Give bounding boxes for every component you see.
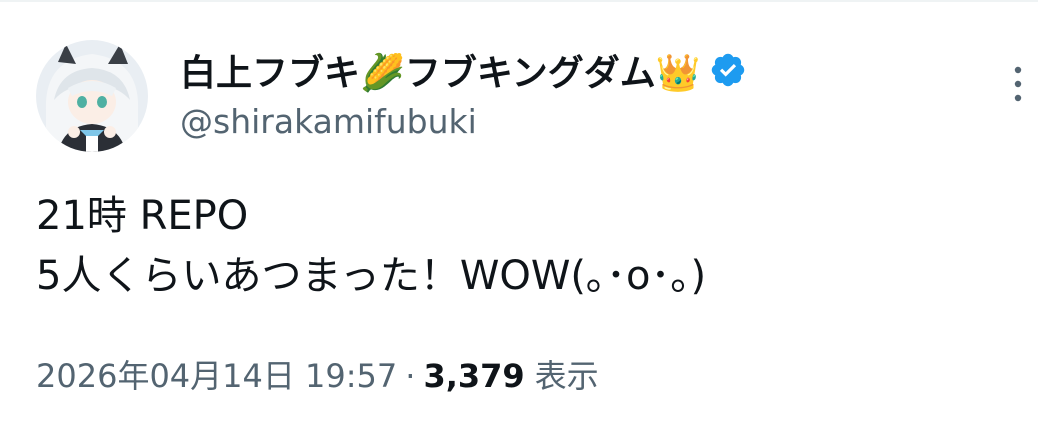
top-divider [0, 0, 1038, 2]
author-handle[interactable]: @shirakamifubuki [180, 102, 978, 141]
name-row: 白上フブキ🌽フブキングダム👑 [180, 44, 978, 96]
more-options-button[interactable] [998, 58, 1038, 110]
meta-separator: · [405, 357, 416, 395]
post-header: 白上フブキ🌽フブキングダム👑 @shirakamifubuki [180, 44, 978, 141]
post-body-line: 5人くらいあつまった！WOW(｡･o･｡) [36, 253, 707, 299]
views-count[interactable]: 3,379 [423, 357, 524, 395]
post-body: 21時 REPO 5人くらいあつまった！WOW(｡･o･｡) [36, 186, 1008, 306]
verified-badge-icon[interactable] [709, 51, 747, 89]
views-label[interactable]: 表示 [535, 351, 599, 397]
post-timestamp[interactable]: 2026年04月14日 19:57 [36, 351, 397, 397]
avatar[interactable] [36, 40, 148, 152]
post-body-line: 21時 REPO [36, 193, 249, 239]
author-display-name[interactable]: 白上フブキ🌽フブキングダム👑 [180, 44, 701, 96]
more-vertical-icon [1014, 66, 1022, 102]
post-meta: 2026年04月14日 19:57 · 3,379 表示 [36, 351, 599, 397]
avatar-image [36, 40, 148, 152]
